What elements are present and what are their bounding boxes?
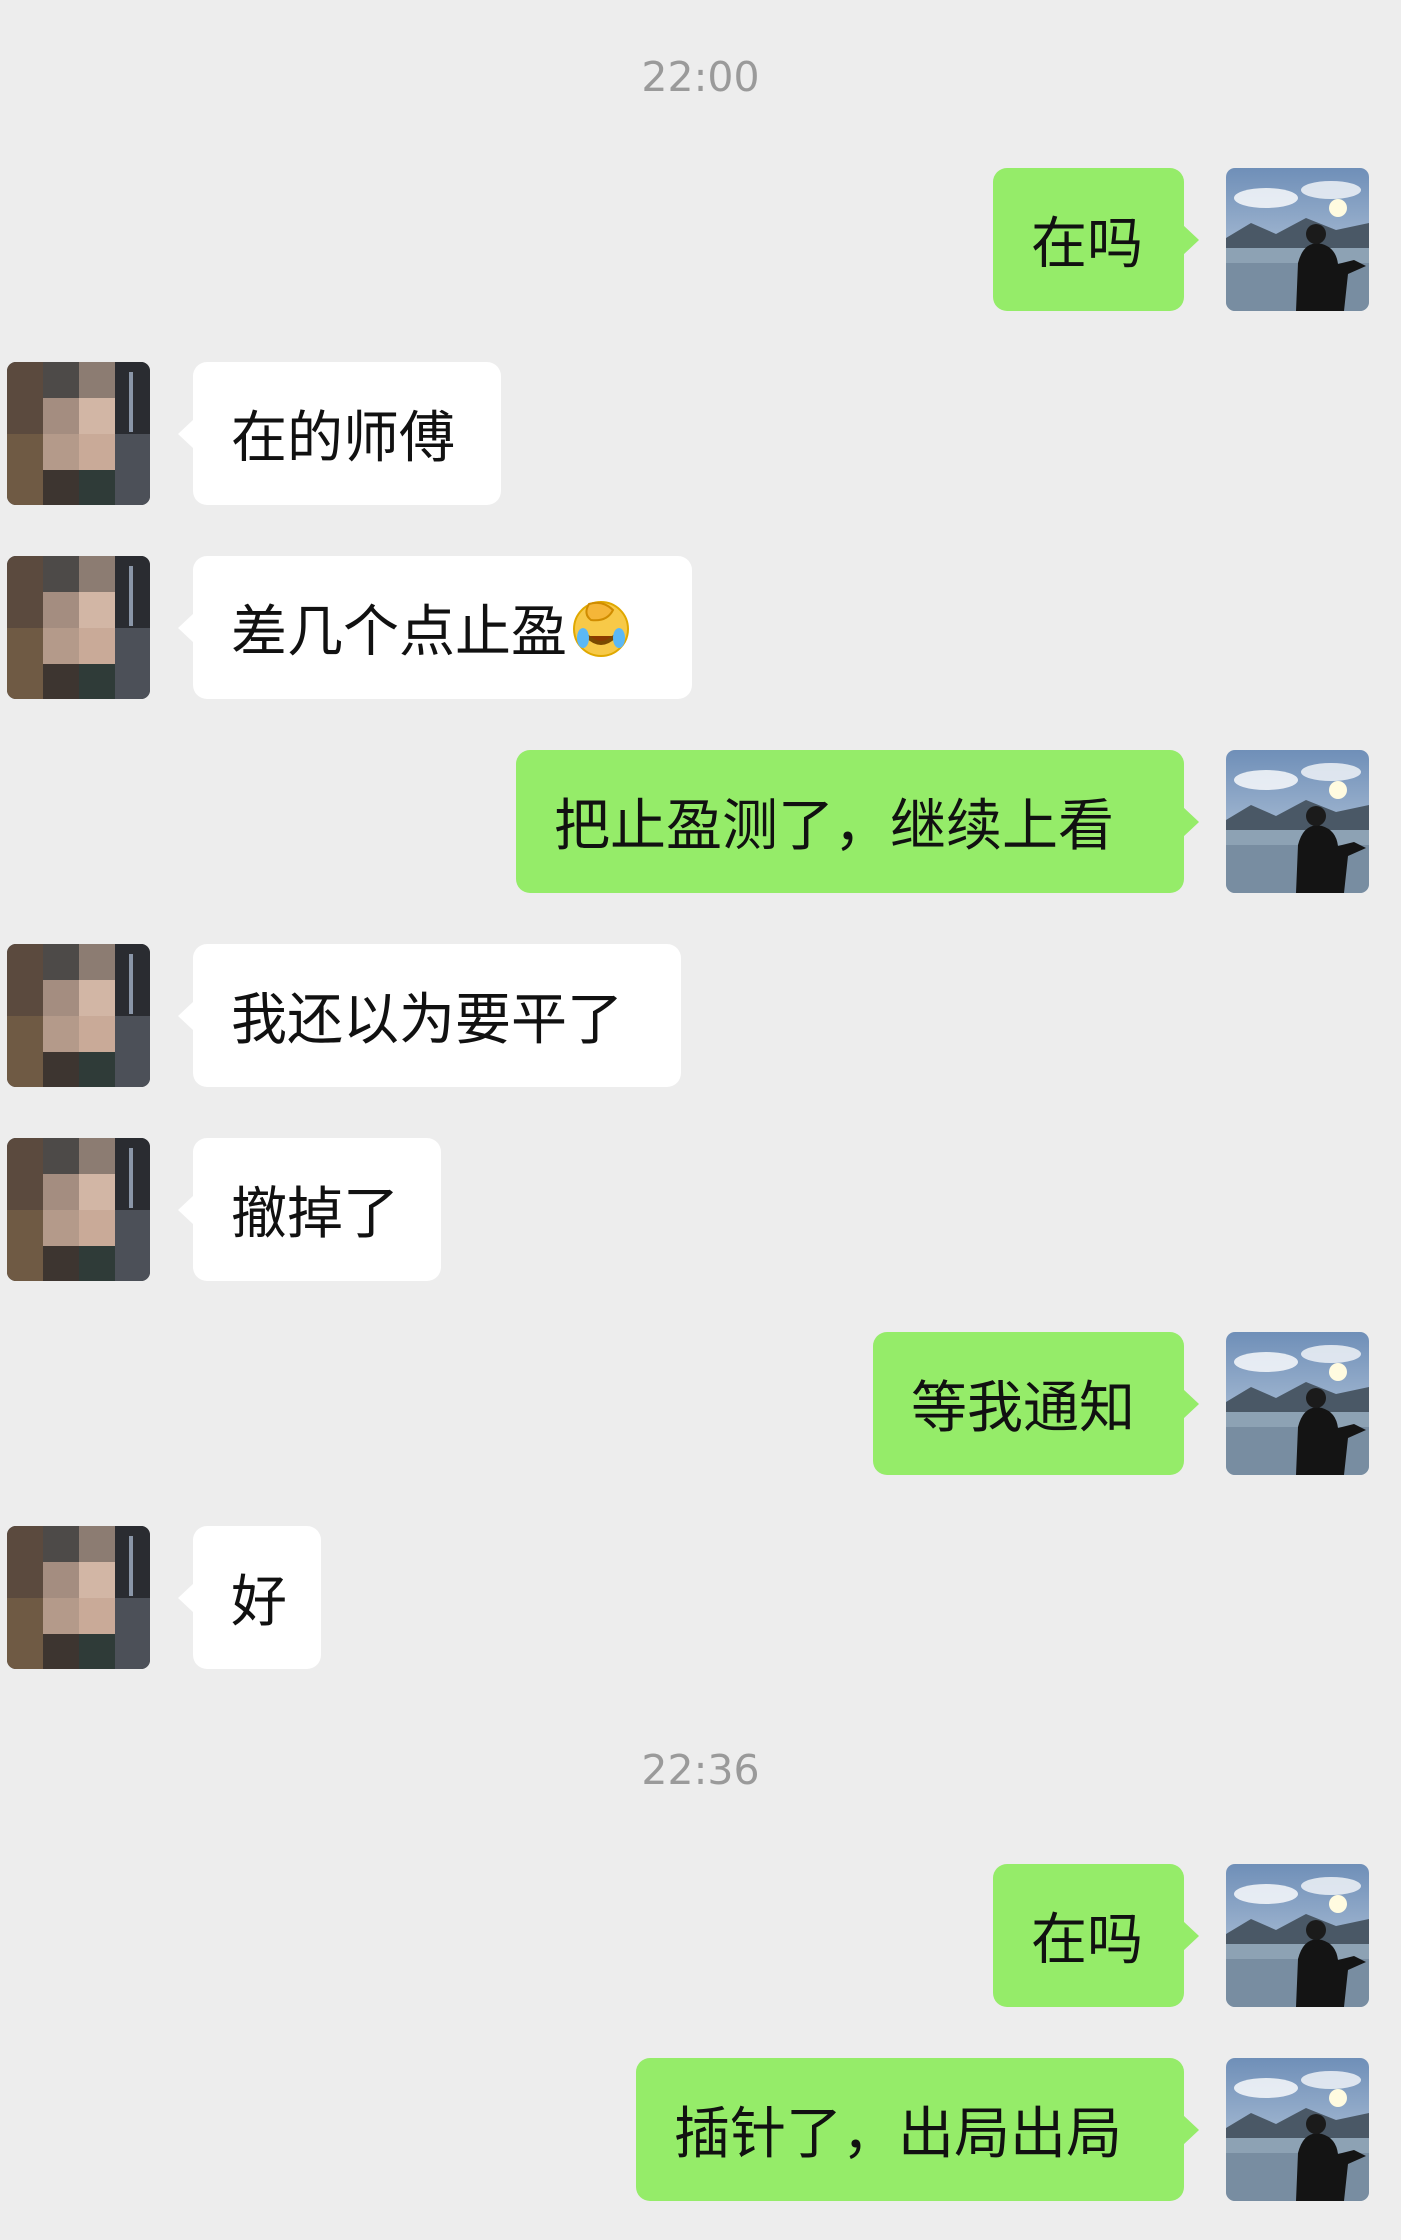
lake-landscape-picture bbox=[1226, 1864, 1369, 2007]
incoming-message-bubble[interactable]: 在的师傅 bbox=[178, 362, 501, 505]
contact-avatar[interactable] bbox=[7, 556, 150, 699]
self-avatar[interactable] bbox=[1226, 168, 1369, 311]
timestamp-divider: 22:36 bbox=[641, 1746, 760, 1794]
lake-landscape-picture bbox=[1226, 168, 1369, 311]
outgoing-message-bubble[interactable]: 插针了，出局出局 bbox=[636, 2058, 1199, 2201]
outgoing-message-bubble[interactable]: 把止盈测了，继续上看 bbox=[516, 750, 1199, 893]
incoming-message-bubble[interactable]: 好 bbox=[178, 1526, 321, 1669]
contact-avatar[interactable] bbox=[7, 1526, 150, 1669]
blurred-portrait-picture bbox=[7, 362, 150, 505]
self-avatar[interactable] bbox=[1226, 1864, 1369, 2007]
outgoing-message-bubble[interactable]: 等我通知 bbox=[873, 1332, 1199, 1475]
blurred-portrait-picture bbox=[7, 944, 150, 1087]
blurred-portrait-picture bbox=[7, 1138, 150, 1281]
contact-avatar[interactable] bbox=[7, 362, 150, 505]
self-avatar[interactable] bbox=[1226, 2058, 1369, 2201]
blurred-portrait-picture bbox=[7, 556, 150, 699]
lake-landscape-picture bbox=[1226, 750, 1369, 893]
message-text: 差几个点止盈 bbox=[231, 600, 567, 665]
incoming-message-bubble[interactable]: 撤掉了 bbox=[178, 1138, 441, 1281]
self-avatar[interactable] bbox=[1226, 1332, 1369, 1475]
self-avatar[interactable] bbox=[1226, 750, 1369, 893]
crying-facepalm-emoji-icon bbox=[569, 596, 633, 660]
timestamp-divider: 22:00 bbox=[641, 53, 760, 101]
blurred-portrait-picture bbox=[7, 1526, 150, 1669]
outgoing-message-bubble[interactable]: 在吗 bbox=[993, 1864, 1199, 2007]
incoming-message-bubble[interactable]: 我还以为要平了 bbox=[178, 944, 681, 1087]
incoming-message-bubble[interactable]: 差几个点止盈 bbox=[178, 556, 692, 699]
outgoing-message-bubble[interactable]: 在吗 bbox=[993, 168, 1199, 311]
contact-avatar[interactable] bbox=[7, 1138, 150, 1281]
contact-avatar[interactable] bbox=[7, 944, 150, 1087]
lake-landscape-picture bbox=[1226, 2058, 1369, 2201]
lake-landscape-picture bbox=[1226, 1332, 1369, 1475]
